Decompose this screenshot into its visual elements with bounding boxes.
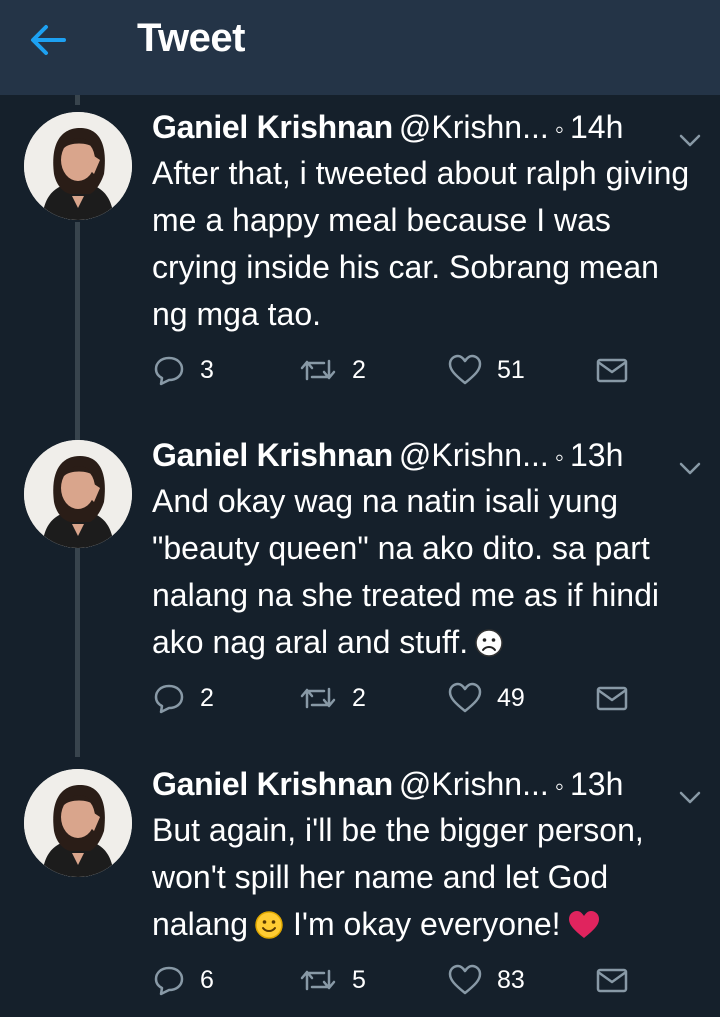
separator-dot: ◦ xyxy=(554,114,564,144)
reply-count: 2 xyxy=(200,683,214,712)
tweet-text: After that, i tweeted about ralph giving… xyxy=(152,155,690,332)
direct-message-button[interactable] xyxy=(595,350,629,390)
direct-message-button[interactable] xyxy=(595,960,629,1000)
arrow-left-icon xyxy=(31,25,66,55)
heart-outline-icon xyxy=(448,682,482,713)
tweet-body: And okay wag na natin isali yung "beauty… xyxy=(152,478,702,671)
separator-dot: ◦ xyxy=(554,442,564,472)
reply-button[interactable]: 6 xyxy=(152,960,214,1000)
user-name[interactable]: Ganiel Krishnan xyxy=(152,109,393,145)
retweet-button[interactable]: 2 xyxy=(298,678,366,718)
like-count: 83 xyxy=(497,965,525,994)
chevron-down-icon xyxy=(679,134,701,147)
timestamp[interactable]: 13h xyxy=(570,766,623,802)
frowning-face-icon xyxy=(474,624,504,671)
timestamp[interactable]: 14h xyxy=(570,109,623,145)
tweet-text: And okay wag na natin isali yung "beauty… xyxy=(152,483,659,660)
chevron-down-icon xyxy=(679,462,701,475)
tweet-header: Ganiel Krishnan @Krishn... ◦ 13h xyxy=(152,432,702,478)
avatar[interactable] xyxy=(24,769,132,877)
retweet-count: 2 xyxy=(352,355,366,384)
user-name[interactable]: Ganiel Krishnan xyxy=(152,437,393,473)
direct-message-button[interactable] xyxy=(595,678,629,718)
reply-button[interactable]: 3 xyxy=(152,350,214,390)
like-button[interactable]: 49 xyxy=(447,678,525,718)
reply-count: 6 xyxy=(200,965,214,994)
retweet-icon xyxy=(300,969,336,991)
reply-icon xyxy=(154,356,184,386)
tweet-actions: 3 2 51 xyxy=(152,350,652,390)
tweet-header: Ganiel Krishnan @Krishn... ◦ 13h xyxy=(152,761,702,807)
retweet-count: 2 xyxy=(352,683,366,712)
user-handle[interactable]: @Krishn... xyxy=(399,437,549,473)
tweet-header: Ganiel Krishnan @Krishn... ◦ 14h xyxy=(152,104,702,150)
reply-button[interactable]: 2 xyxy=(152,678,214,718)
back-button[interactable] xyxy=(26,22,70,58)
heart-outline-icon xyxy=(448,964,482,995)
tweet-text: I'm okay everyone! xyxy=(292,906,561,942)
avatar[interactable] xyxy=(24,440,132,548)
reply-count: 3 xyxy=(200,355,214,384)
like-count: 49 xyxy=(497,683,525,712)
retweet-count: 5 xyxy=(352,965,366,994)
tweet-menu-button[interactable] xyxy=(678,444,702,475)
retweet-button[interactable]: 5 xyxy=(298,960,366,1000)
separator-dot: ◦ xyxy=(554,771,564,801)
reply-icon xyxy=(154,966,184,996)
envelope-icon xyxy=(596,686,628,711)
retweet-button[interactable]: 2 xyxy=(298,350,366,390)
envelope-icon xyxy=(596,968,628,993)
tweet-body: But again, i'll be the bigger person, wo… xyxy=(152,807,702,953)
user-handle[interactable]: @Krishn... xyxy=(399,766,549,802)
tweet-item[interactable]: Ganiel Krishnan @Krishn... ◦ 13h But again,… xyxy=(0,757,720,1017)
like-button[interactable]: 83 xyxy=(447,960,525,1000)
avatar[interactable] xyxy=(24,112,132,220)
retweet-icon xyxy=(300,359,336,381)
tweet-menu-button[interactable] xyxy=(678,116,702,147)
page-title: Tweet xyxy=(137,16,245,60)
red-heart-icon xyxy=(567,906,601,953)
timestamp[interactable]: 13h xyxy=(570,437,623,473)
tweet-actions: 6 5 83 xyxy=(152,960,652,1000)
user-name[interactable]: Ganiel Krishnan xyxy=(152,766,393,802)
tweet-actions: 2 2 49 xyxy=(152,678,652,718)
like-count: 51 xyxy=(497,355,525,384)
like-button[interactable]: 51 xyxy=(447,350,525,390)
smiling-face-icon xyxy=(254,906,284,953)
reply-icon xyxy=(154,684,184,714)
tweet-menu-button[interactable] xyxy=(678,773,702,804)
top-bar: Tweet xyxy=(0,0,720,95)
heart-outline-icon xyxy=(448,354,482,385)
tweet-item[interactable]: Ganiel Krishnan @Krishn... ◦ 13h And okay w… xyxy=(0,428,720,728)
chevron-down-icon xyxy=(679,791,701,804)
retweet-icon xyxy=(300,687,336,709)
envelope-icon xyxy=(596,358,628,383)
user-handle[interactable]: @Krishn... xyxy=(399,109,549,145)
tweet-item[interactable]: Ganiel Krishnan @Krishn... ◦ 14h After that… xyxy=(0,100,720,400)
